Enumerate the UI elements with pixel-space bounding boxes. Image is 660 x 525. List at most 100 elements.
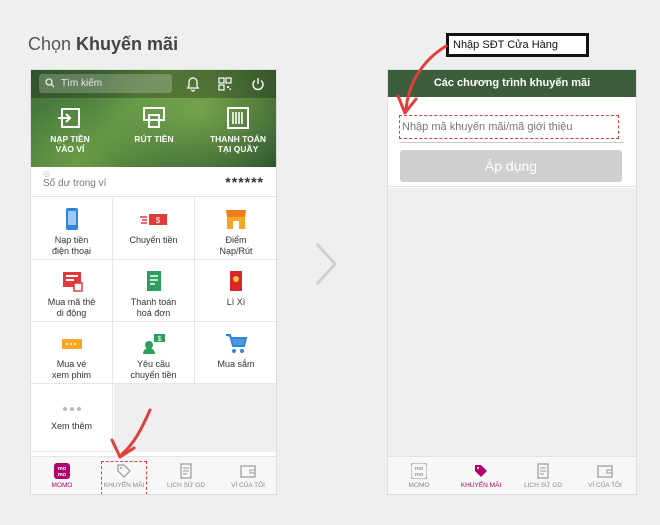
service-label: Điểm — [225, 235, 247, 245]
nav-label: VÍ CỦA TÔI — [231, 482, 265, 489]
nav-history[interactable]: LỊCH SỬ GD — [155, 457, 217, 494]
service-transfer[interactable]: $ Chuyển tiền — [113, 198, 195, 260]
heading-prefix: Chọn — [28, 34, 77, 54]
history-doc-icon — [180, 463, 192, 479]
hero-action-pay-counter[interactable]: THANH TOÁN TẠI QUẦY — [203, 106, 273, 154]
bottom-nav: mo mo MOMO KHUYẾN MÃI LỊCH SỬ GD VÍ CỦA T… — [31, 456, 276, 494]
page-heading: Chọn Khuyến mãi — [28, 34, 178, 55]
history-doc-icon — [537, 463, 549, 479]
chevron-right-icon — [315, 242, 338, 286]
hero-action-label: TẠI QUẦY — [217, 144, 259, 154]
service-label: hoá đơn — [136, 308, 171, 318]
nav-my-wallet[interactable]: VÍ CỦA TÔI — [217, 457, 276, 494]
hero-banner: Tìm kiếm NẠP TIỀN VÀO VÍ RÚT TIỀN THANH … — [31, 70, 276, 167]
service-store-points[interactable]: Điểm Nạp/Rút — [195, 198, 276, 260]
instruction-callout: Nhập SĐT Cửa Hàng — [446, 33, 589, 57]
service-label: Mua vé — [56, 359, 87, 369]
wallet-icon — [240, 465, 256, 478]
apply-button[interactable]: Áp dụng — [400, 150, 622, 182]
service-pay-bill[interactable]: Thanh toán hoá đơn — [113, 260, 195, 322]
hero-action-topup[interactable]: NẠP TIỀN VÀO VÍ — [35, 106, 105, 154]
phone-icon — [65, 208, 78, 230]
service-label: Lì Xì — [226, 297, 246, 307]
service-label: điện thoại — [51, 246, 92, 256]
service-topup-phone[interactable]: Nạp tiền điện thoại — [31, 198, 113, 260]
barcode-icon — [227, 107, 249, 129]
balance-value: ****** — [225, 174, 264, 190]
service-label: Yêu cầu — [136, 359, 171, 369]
svg-text:$: $ — [155, 216, 160, 225]
promo-form: Áp dụng — [388, 97, 636, 187]
top-bar: Tìm kiếm — [31, 70, 276, 98]
search-icon — [45, 78, 55, 88]
service-label: Mua mã thẻ — [47, 297, 96, 307]
hero-action-label: NẠP TIỀN — [50, 134, 90, 144]
qr-code-icon[interactable] — [217, 76, 233, 92]
service-label: Mua sắm — [217, 359, 255, 369]
balance-label: Số dư trong ví — [43, 178, 107, 189]
tag-icon — [475, 465, 487, 477]
service-buy-card[interactable]: Mua mã thẻ di động — [31, 260, 113, 322]
momo-logo-icon: momo — [411, 463, 427, 479]
search-placeholder: Tìm kiếm — [61, 78, 103, 89]
nav-label: MOMO — [408, 482, 430, 489]
nav-momo[interactable]: mo mo MOMO — [31, 457, 93, 494]
svg-text:mo: mo — [58, 472, 67, 478]
momo-home-screen: Tìm kiếm NẠP TIỀN VÀO VÍ RÚT TIỀN THANH … — [30, 69, 277, 495]
service-label: Nạp/Rút — [219, 246, 253, 256]
nav-label: VÍ CỦA TÔI — [588, 482, 622, 489]
atm-withdraw-icon — [143, 107, 165, 128]
screen-title: Các chương trình khuyến mãi — [388, 70, 636, 97]
cart-icon — [226, 334, 248, 353]
input-underline — [399, 142, 624, 143]
search-box[interactable]: Tìm kiếm — [39, 74, 172, 93]
more-dots-icon — [62, 407, 81, 411]
red-envelope-icon — [230, 271, 242, 291]
ticket-icon — [61, 339, 82, 349]
store-icon — [226, 210, 246, 229]
service-more[interactable]: Xem thêm — [31, 384, 113, 452]
nav-promotions[interactable]: KHUYẾN MÃI — [450, 457, 512, 494]
hide-eye-icon[interactable]: ◎ — [43, 169, 50, 178]
wallet-icon — [597, 465, 613, 478]
service-label: Thanh toán — [130, 297, 177, 307]
hero-action-label: VÀO VÍ — [55, 144, 85, 154]
hero-action-label: RÚT TIỀN — [134, 134, 174, 144]
nav-my-wallet[interactable]: VÍ CỦA TÔI — [574, 457, 636, 494]
nav-label: LỊCH SỬ GD — [166, 482, 206, 489]
wallet-in-icon — [58, 108, 80, 128]
svg-text:mo: mo — [415, 472, 424, 478]
service-request-money[interactable]: $ Yêu cầu chuyển tiền — [113, 322, 195, 384]
money-transfer-icon: $ — [139, 214, 167, 225]
bill-icon — [146, 271, 161, 291]
hero-action-withdraw[interactable]: RÚT TIỀN — [119, 106, 189, 144]
service-movie-ticket[interactable]: Mua vé xem phim — [31, 322, 113, 384]
grid-empty-area — [114, 384, 276, 452]
power-icon[interactable] — [250, 76, 266, 92]
bottom-nav: mo mo MOMO KHUYẾN MÃI LỊCH SỬ GD VÍ CỦA T… — [388, 456, 636, 494]
nav-history[interactable]: LỊCH SỬ GD — [512, 457, 574, 494]
highlight-box-promotions — [101, 461, 147, 494]
promotions-list-area — [388, 188, 636, 458]
card-code-icon — [62, 272, 83, 292]
service-lixi[interactable]: Lì Xì — [195, 260, 276, 322]
promotions-screen: Các chương trình khuyến mãi Áp dụng momo… — [387, 69, 637, 495]
service-label: Chuyển tiền — [129, 235, 178, 245]
nav-momo[interactable]: mo mo MOMO — [388, 457, 450, 494]
bell-icon[interactable] — [185, 76, 201, 92]
service-label: Nạp tiền — [54, 235, 89, 245]
momo-logo-icon: momo — [54, 463, 70, 479]
svg-text:$: $ — [157, 336, 161, 343]
service-label: xem phim — [51, 370, 91, 380]
balance-row[interactable]: ◎ Số dư trong ví ****** — [31, 167, 276, 197]
service-shopping[interactable]: Mua sắm — [195, 322, 276, 384]
nav-label: MOMO — [51, 482, 73, 489]
request-money-icon: $ — [142, 334, 165, 354]
heading-bold: Khuyến mãi — [76, 34, 179, 54]
promo-code-input[interactable] — [399, 115, 619, 139]
service-label: chuyển tiền — [130, 370, 177, 380]
hero-action-label: THANH TOÁN — [209, 134, 267, 144]
nav-label: LỊCH SỬ GD — [523, 482, 563, 489]
service-label: di động — [56, 308, 87, 318]
nav-label: KHUYẾN MÃI — [460, 482, 502, 489]
